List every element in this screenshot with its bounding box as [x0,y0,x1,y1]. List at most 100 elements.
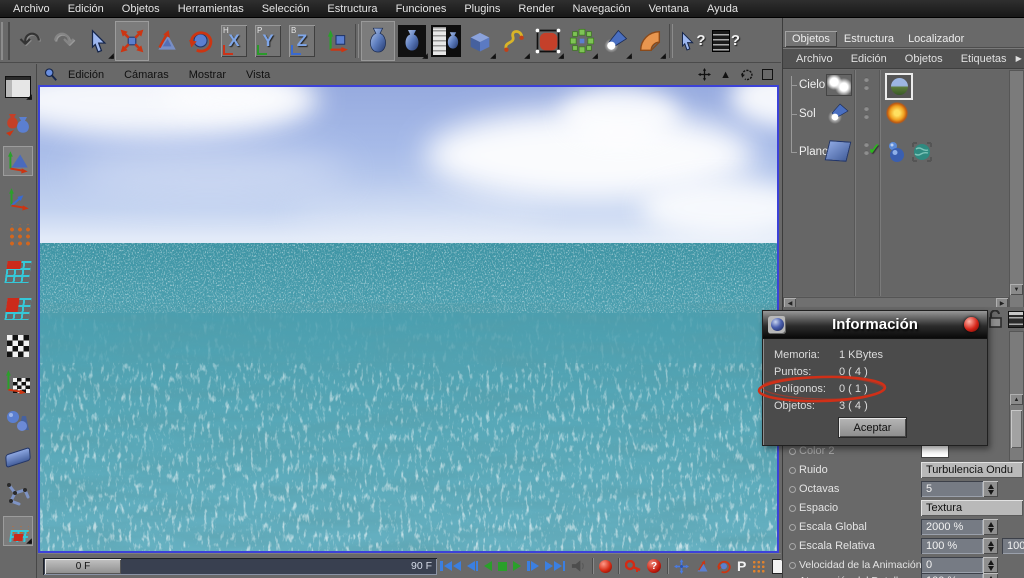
goto-start-icon[interactable] [437,556,464,576]
menu-edicion[interactable]: Edición [59,3,113,15]
octavas-field[interactable]: 5 [921,481,983,497]
plano-enabled-check-icon[interactable]: ✓ [868,140,881,158]
prev-key-icon[interactable] [464,556,482,576]
bones-icon[interactable] [3,479,33,509]
add-light-icon[interactable] [599,21,633,61]
points-mode-icon[interactable] [3,220,33,250]
menu-archivo[interactable]: Archivo [4,3,59,15]
color2-swatch[interactable] [922,445,948,457]
timeline-current-frame-handle[interactable]: 0 F [45,558,121,574]
render-settings-icon[interactable] [429,21,463,61]
animation-help-icon[interactable]: ? [644,556,664,576]
context-help-icon[interactable]: ? [675,21,709,61]
velocidad-spinner[interactable] [983,557,998,573]
make-editable-icon[interactable] [3,109,33,139]
edges-mode-icon[interactable] [3,257,33,287]
add-spline-icon[interactable] [497,21,531,61]
unlock-icon[interactable] [988,310,1003,328]
atenuacion-field[interactable]: 100 % [921,573,983,578]
redo-icon[interactable]: ↷ [47,21,81,61]
add-primitive-cube-icon[interactable] [463,21,497,61]
layout-manager-icon[interactable] [3,72,33,102]
tab-estructura[interactable]: Estructura [837,31,901,47]
expression-tag[interactable] [885,140,909,164]
vscroll-down-icon[interactable]: ▼ [1010,284,1023,295]
dialog-close-icon[interactable] [964,317,979,332]
menu-herramientas[interactable]: Herramientas [169,3,253,15]
aceptar-button[interactable]: Aceptar [839,418,906,437]
grid-toggle-icon[interactable] [749,556,769,576]
menu-plugins[interactable]: Plugins [455,3,509,15]
render-view-icon[interactable] [361,20,395,61]
coordinate-system-icon[interactable] [319,21,353,61]
info-dialog-titlebar[interactable]: Información [763,311,987,339]
toolbar-grip[interactable] [1,21,10,60]
om-menu-etiquetas[interactable]: Etiquetas [952,53,1016,65]
record-icon[interactable] [596,556,615,576]
command-help-icon[interactable]: ? [709,21,743,61]
scale-tool-icon[interactable] [149,21,183,61]
escala-relativa-spinner[interactable] [983,538,998,554]
object-row-plano[interactable]: Plano [799,146,828,158]
menu-objetos[interactable]: Objetos [113,3,169,15]
tab-localizador[interactable]: Localizador [901,31,971,47]
rotate-view-icon[interactable] [740,68,753,81]
viewport-menu-camaras[interactable]: Cámaras [114,69,179,81]
render-picture-viewer-icon[interactable] [395,21,429,61]
sky-material-tag[interactable] [885,73,913,100]
move-tool-icon[interactable] [115,20,149,61]
zoom-view-icon[interactable]: ▲ [720,69,731,81]
lock-y-axis-button[interactable]: PY [251,21,285,61]
octavas-spinner[interactable] [983,481,998,497]
object-blobs-icon[interactable] [3,405,33,435]
menu-funciones[interactable]: Funciones [387,3,456,15]
light-object-icon[interactable] [827,102,851,124]
select-cursor-icon[interactable] [81,21,115,61]
viewport-pin-icon[interactable] [44,67,58,82]
attr-scroll-up-icon[interactable]: ▲ [1010,394,1023,405]
stop-icon[interactable] [495,556,510,576]
lock-x-axis-button[interactable]: HX [217,21,251,61]
add-modifier-icon[interactable] [565,21,599,61]
texture-mode-icon[interactable] [3,331,33,361]
ruido-dropdown[interactable]: Turbulencia Ondu [921,462,1023,478]
camera-scale-icon[interactable] [692,556,713,576]
atenuacion-spinner[interactable] [983,573,998,578]
timeline-track[interactable]: 0 F 90 F [43,557,437,575]
camera-rotate-icon[interactable] [713,556,734,576]
menu-seleccion[interactable]: Selección [253,3,319,15]
ocean-material-tag[interactable] [911,141,933,163]
polygons-mode-icon[interactable] [3,294,33,324]
projection-toggle-icon[interactable]: P [734,556,749,576]
menu-ventana[interactable]: Ventana [640,3,698,15]
lock-z-axis-button[interactable]: BZ [285,21,319,61]
perspective-viewport[interactable] [38,85,779,553]
om-menu-edicion[interactable]: Edición [842,53,896,65]
om-menu-objetos[interactable]: Objetos [896,53,952,65]
workplane-icon[interactable] [3,442,33,472]
viewport-menu-edicion[interactable]: Edición [58,69,114,81]
escala-relativa-field[interactable]: 100 % [921,538,983,554]
escala-global-field[interactable]: 2000 % [921,519,983,535]
rotate-tool-icon[interactable] [183,21,217,61]
plane-object-icon[interactable] [825,141,851,161]
sky-object-icon[interactable] [827,75,851,95]
om-menu-archivo[interactable]: Archivo [787,53,842,65]
next-key-icon[interactable] [524,556,542,576]
camera-move-icon[interactable] [671,556,692,576]
viewport-menu-mostrar[interactable]: Mostrar [179,69,236,81]
menu-navegacion[interactable]: Navegación [563,3,639,15]
escala-global-spinner[interactable] [983,519,998,535]
espacio-dropdown[interactable]: Textura [921,500,1023,516]
goto-end-icon[interactable] [542,556,569,576]
add-hypernurbs-icon[interactable] [531,21,565,61]
play-forward-icon[interactable] [510,556,524,576]
object-row-cielo[interactable]: Cielo [799,79,825,91]
texture-axis-mode-icon[interactable] [3,368,33,398]
autokey-icon[interactable] [622,556,644,576]
viewport-menu-vista[interactable]: Vista [236,69,280,81]
maximize-view-icon[interactable] [762,69,773,80]
sound-toggle-icon[interactable] [568,556,589,576]
add-deformer-icon[interactable] [633,21,667,61]
object-axis-mode-icon[interactable] [3,183,33,213]
